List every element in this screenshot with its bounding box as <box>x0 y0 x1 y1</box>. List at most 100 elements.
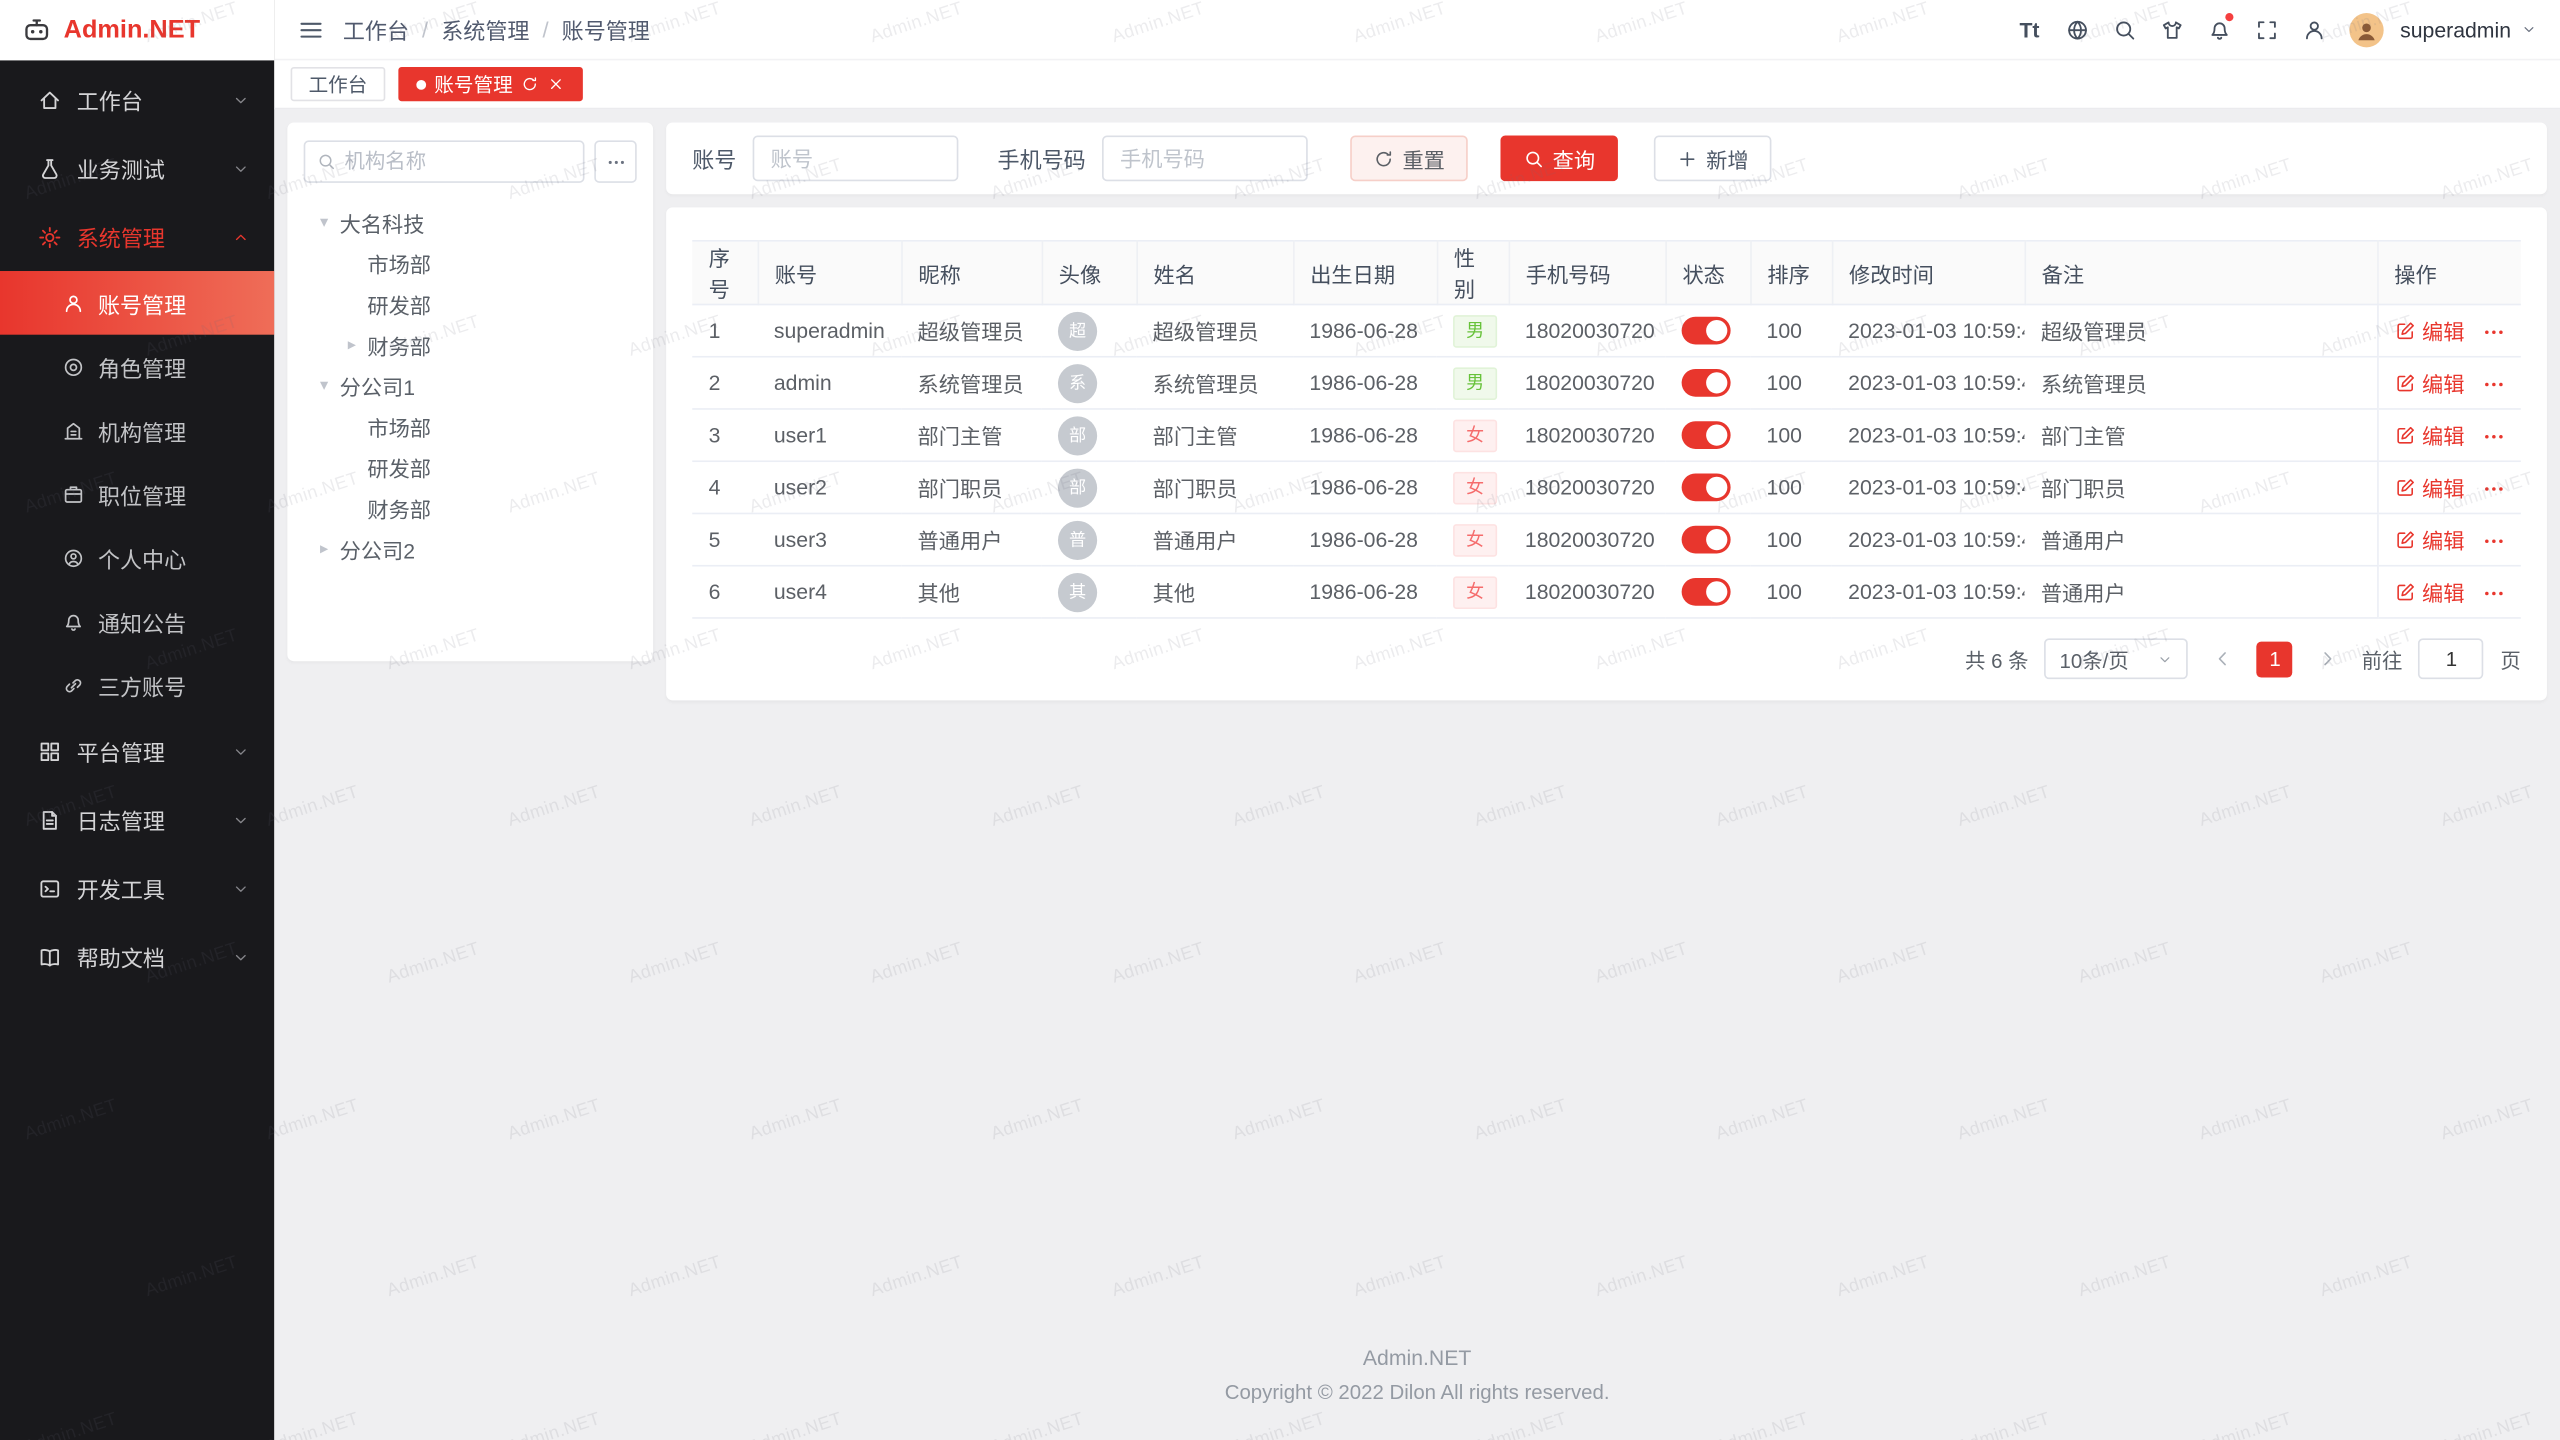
sidebar-subitem-2-1[interactable]: 角色管理 <box>0 335 274 399</box>
sidebar-subitem-2-4[interactable]: 个人中心 <box>0 526 274 590</box>
notification-icon[interactable] <box>2198 8 2240 50</box>
query-button[interactable]: 查询 <box>1500 136 1618 182</box>
third-party-icon <box>62 673 85 696</box>
tab-workbench[interactable]: 工作台 <box>291 67 386 101</box>
test-icon <box>38 156 62 180</box>
tab-account-management[interactable]: 账号管理 <box>398 67 583 101</box>
status-toggle[interactable] <box>1682 317 1731 345</box>
gender-tag: 女 <box>1453 576 1497 609</box>
add-button[interactable]: 新增 <box>1654 136 1772 182</box>
sidebar-item-4[interactable]: 日志管理 <box>0 785 274 854</box>
sidebar-item-1[interactable]: 业务测试 <box>0 134 274 203</box>
next-page-button[interactable] <box>2309 641 2345 677</box>
role-icon <box>62 355 85 378</box>
cell-seq: 6 <box>692 566 757 618</box>
edit-button[interactable]: 编辑 <box>2394 367 2464 398</box>
user-panel-icon[interactable] <box>2292 8 2334 50</box>
sidebar-item-5[interactable]: 开发工具 <box>0 854 274 923</box>
tree-node[interactable]: 研发部 <box>304 447 637 488</box>
status-toggle[interactable] <box>1682 369 1731 397</box>
cell-modified: 2023-01-03 10:59:44 <box>1832 357 2025 409</box>
tree-node[interactable]: 财务部 <box>304 488 637 529</box>
sidebar-item-label: 工作台 <box>77 83 232 116</box>
sidebar-item-6[interactable]: 帮助文档 <box>0 922 274 991</box>
edit-button[interactable]: 编辑 <box>2394 315 2464 346</box>
chevron-down-icon[interactable] <box>2521 21 2537 37</box>
column-header-2: 昵称 <box>901 241 1041 305</box>
language-icon[interactable] <box>2056 8 2098 50</box>
edit-button[interactable]: 编辑 <box>2394 576 2464 607</box>
chevron-down-icon <box>2157 651 2173 667</box>
username[interactable]: superadmin <box>2400 17 2511 41</box>
status-toggle[interactable] <box>1682 526 1731 554</box>
column-header-5: 出生日期 <box>1293 241 1437 305</box>
cell-account: admin <box>758 357 902 409</box>
page-size-select[interactable]: 10条/页 <box>2045 638 2189 679</box>
search-icon[interactable] <box>2103 8 2145 50</box>
tree-node[interactable]: 研发部 <box>304 284 637 325</box>
theme-icon[interactable] <box>2150 8 2192 50</box>
reset-button[interactable]: 重置 <box>1350 136 1468 182</box>
tree-node[interactable]: ▸分公司2 <box>304 529 637 570</box>
active-tab-dot <box>416 79 426 89</box>
chevron-left-icon <box>2212 648 2233 669</box>
cell-order: 100 <box>1750 304 1832 356</box>
sidebar-item-3[interactable]: 平台管理 <box>0 717 274 786</box>
tab-label: 工作台 <box>309 70 368 98</box>
sidebar-subitem-2-6[interactable]: 三方账号 <box>0 653 274 717</box>
cell-ops: 编辑 <box>2377 304 2521 356</box>
row-more-button[interactable] <box>2481 581 2505 605</box>
robot-logo-icon <box>21 15 52 46</box>
sidebar-item-label: 开发工具 <box>77 872 232 905</box>
phone-input[interactable] <box>1102 136 1308 182</box>
refresh-icon[interactable] <box>521 75 539 93</box>
row-more-button[interactable] <box>2481 529 2505 553</box>
row-more-button[interactable] <box>2481 477 2505 501</box>
tree-node[interactable]: ▾分公司1 <box>304 366 637 407</box>
sidebar-subitem-2-0[interactable]: 账号管理 <box>0 271 274 335</box>
column-header-12: 操作 <box>2377 241 2521 305</box>
cell-gender: 女 <box>1437 461 1509 513</box>
right-column: 账号 手机号码 重置 查询 <box>666 122 2547 700</box>
tree-node-label: 研发部 <box>367 289 431 320</box>
breadcrumb-item-workbench[interactable]: 工作台 <box>343 13 409 46</box>
goto-page-input[interactable] <box>2419 638 2484 679</box>
org-icon <box>62 419 85 442</box>
tree-node[interactable]: ▾大名科技 <box>304 202 637 243</box>
font-size-icon[interactable]: Tt <box>2008 8 2050 50</box>
page-1-button[interactable]: 1 <box>2257 641 2293 677</box>
avatar[interactable] <box>2349 12 2383 46</box>
status-toggle[interactable] <box>1682 578 1731 606</box>
sidebar-subitem-2-2[interactable]: 机构管理 <box>0 398 274 462</box>
sidebar-item-label: 日志管理 <box>77 803 232 836</box>
sidebar-subitem-2-5[interactable]: 通知公告 <box>0 589 274 653</box>
prev-page-button[interactable] <box>2205 641 2241 677</box>
account-input[interactable] <box>753 136 959 182</box>
status-toggle[interactable] <box>1682 474 1731 502</box>
edit-button[interactable]: 编辑 <box>2394 524 2464 555</box>
tree-node[interactable]: 市场部 <box>304 243 637 284</box>
close-icon[interactable] <box>547 75 565 93</box>
edit-button[interactable]: 编辑 <box>2394 472 2464 503</box>
row-more-button[interactable] <box>2481 424 2505 448</box>
org-search-input[interactable] <box>344 150 571 173</box>
tree-more-button[interactable] <box>594 140 636 182</box>
hamburger-menu-icon[interactable] <box>297 16 325 44</box>
tree-node[interactable]: 市场部 <box>304 407 637 448</box>
status-toggle[interactable] <box>1682 421 1731 449</box>
cell-status <box>1665 357 1750 409</box>
gender-tag: 男 <box>1453 314 1497 347</box>
tree-node[interactable]: ▸财务部 <box>304 325 637 366</box>
sidebar-subitem-2-3[interactable]: 职位管理 <box>0 462 274 526</box>
edit-button[interactable]: 编辑 <box>2394 420 2464 451</box>
row-more-button[interactable] <box>2481 372 2505 396</box>
fullscreen-icon[interactable] <box>2245 8 2287 50</box>
app-root: Admin.NET 工作台业务测试系统管理账号管理角色管理机构管理职位管理个人中… <box>0 0 2560 1440</box>
cell-birthday: 1986-06-28 <box>1293 513 1437 565</box>
breadcrumb-item-system[interactable]: 系统管理 <box>441 13 529 46</box>
cell-order: 100 <box>1750 513 1832 565</box>
sidebar-item-2[interactable]: 系统管理 <box>0 202 274 271</box>
cell-nickname: 部门职员 <box>901 461 1041 513</box>
sidebar-item-0[interactable]: 工作台 <box>0 65 274 134</box>
row-more-button[interactable] <box>2481 320 2505 344</box>
